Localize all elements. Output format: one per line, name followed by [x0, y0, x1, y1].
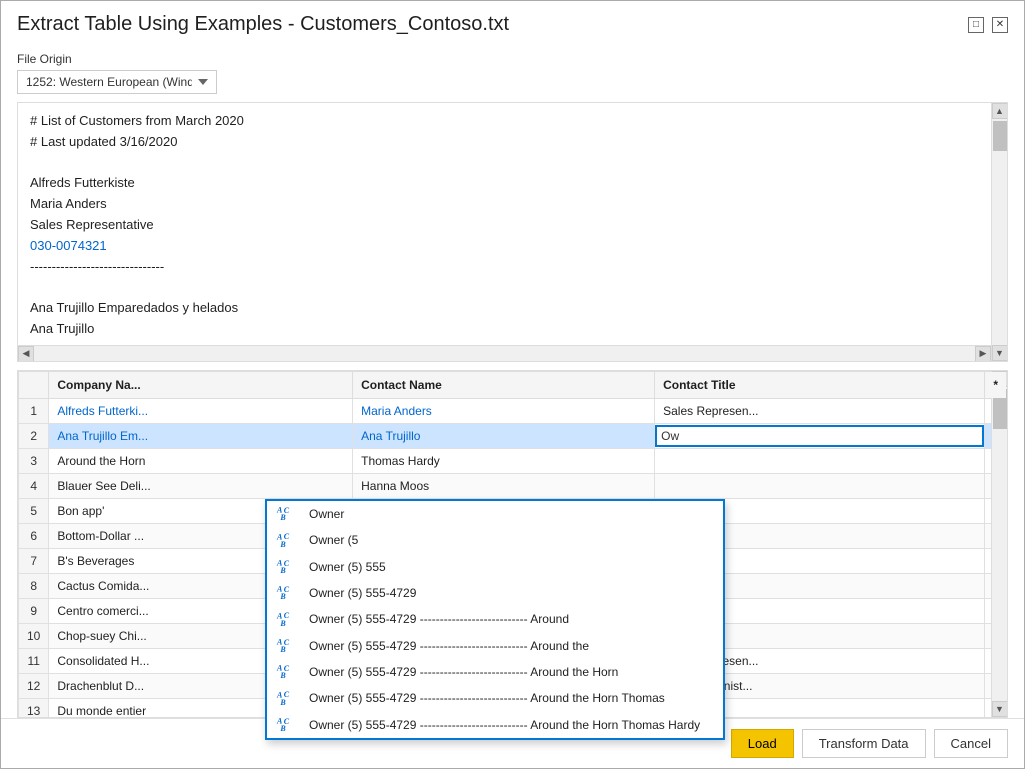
cell-contact-title[interactable]	[655, 474, 985, 499]
close-button[interactable]: ✕	[992, 17, 1008, 33]
row-number: 10	[19, 624, 49, 649]
cell-contact-name[interactable]: Thomas Hardy	[353, 449, 655, 474]
table-row[interactable]: 4Blauer See Deli...Hanna Moos	[19, 474, 1007, 499]
title-bar: Extract Table Using Examples - Customers…	[1, 1, 1024, 44]
preview-line: Alfreds Futterkiste	[30, 173, 979, 194]
table-row[interactable]: 2Ana Trujillo Em...Ana Trujillo	[19, 424, 1007, 449]
autocomplete-item[interactable]: ABC Owner (5) 555-4729 ------------------…	[267, 712, 723, 738]
cell-contact-title[interactable]	[655, 424, 985, 449]
autocomplete-abc-icon: ABC	[277, 611, 301, 627]
file-origin-select[interactable]: 1252: Western European (Windows)	[17, 70, 217, 94]
row-number: 12	[19, 674, 49, 699]
dialog: Extract Table Using Examples - Customers…	[0, 0, 1025, 769]
cell-company[interactable]: Around the Horn	[49, 449, 353, 474]
preview-line: 030-0074321	[30, 236, 979, 257]
row-number: 9	[19, 599, 49, 624]
cell-company[interactable]: Alfreds Futterki...	[49, 399, 353, 424]
preview-line	[30, 277, 979, 298]
autocomplete-item-text: Owner	[309, 507, 344, 521]
autocomplete-item[interactable]: ABC Owner	[267, 501, 723, 527]
cancel-button[interactable]: Cancel	[934, 729, 1008, 758]
scroll-thumb-v[interactable]	[993, 121, 1007, 151]
transform-data-button[interactable]: Transform Data	[802, 729, 926, 758]
autocomplete-item-text: Owner (5) 555-4729	[309, 586, 416, 600]
scroll-left-arrow[interactable]: ◀	[18, 346, 34, 362]
row-number: 11	[19, 649, 49, 674]
table-row[interactable]: 1Alfreds Futterki...Maria AndersSales Re…	[19, 399, 1007, 424]
preview-line: # List of Customers from March 2020	[30, 111, 979, 132]
preview-line: Ana Trujillo	[30, 319, 979, 340]
preview-line	[30, 153, 979, 174]
row-number: 2	[19, 424, 49, 449]
autocomplete-item-text: Owner (5) 555-4729 ---------------------…	[309, 691, 665, 705]
load-button[interactable]: Load	[731, 729, 794, 758]
row-number: 1	[19, 399, 49, 424]
row-number: 6	[19, 524, 49, 549]
table-row[interactable]: 3Around the HornThomas Hardy	[19, 449, 1007, 474]
preview-scrollbar-h: ◀ ▶	[18, 345, 991, 361]
table-scrollbar-v: ▲ ▼	[991, 371, 1007, 717]
preview-line: -------------------------------	[30, 257, 979, 278]
autocomplete-item-text: Owner (5) 555-4729 ---------------------…	[309, 612, 569, 626]
preview-line: # Last updated 3/16/2020	[30, 132, 979, 153]
autocomplete-item[interactable]: ABC Owner (5	[267, 527, 723, 553]
autocomplete-dropdown: ABC Owner ABC Owner (5 ABC Owner (5) 555 ABC Ow…	[265, 499, 725, 740]
cell-edit-input[interactable]	[655, 425, 984, 447]
autocomplete-item-text: Owner (5) 555-4729 ---------------------…	[309, 639, 589, 653]
autocomplete-abc-icon: ABC	[277, 585, 301, 601]
autocomplete-item-text: Owner (5) 555-4729 ---------------------…	[309, 665, 618, 679]
autocomplete-item-text: Owner (5) 555-4729 ---------------------…	[309, 718, 700, 732]
cell-company[interactable]: Blauer See Deli...	[49, 474, 353, 499]
autocomplete-item[interactable]: ABC Owner (5) 555-4729 ------------------…	[267, 633, 723, 659]
autocomplete-item[interactable]: ABC Owner (5) 555	[267, 554, 723, 580]
minimize-button[interactable]: □	[968, 17, 984, 33]
row-number: 4	[19, 474, 49, 499]
cell-company[interactable]: Ana Trujillo Em...	[49, 424, 353, 449]
scroll-right-arrow[interactable]: ▶	[975, 346, 991, 362]
cell-contact-name[interactable]: Hanna Moos	[353, 474, 655, 499]
cell-contact-name[interactable]: Maria Anders	[353, 399, 655, 424]
col-header-contact-name: Contact Name	[353, 372, 655, 399]
autocomplete-abc-icon: ABC	[277, 690, 301, 706]
col-header-contact-title: Contact Title	[655, 372, 985, 399]
row-number: 8	[19, 574, 49, 599]
scroll-up-arrow[interactable]: ▲	[992, 103, 1008, 119]
cell-contact-title[interactable]	[655, 449, 985, 474]
autocomplete-item[interactable]: ABC Owner (5) 555-4729	[267, 580, 723, 606]
col-header-star: *	[985, 372, 1007, 399]
row-number: 13	[19, 699, 49, 718]
preview-scrollbar-v: ▲ ▼	[991, 103, 1007, 361]
autocomplete-abc-icon: ABC	[277, 532, 301, 548]
autocomplete-item[interactable]: ABC Owner (5) 555-4729 ------------------…	[267, 685, 723, 711]
file-origin-label: File Origin	[17, 52, 1008, 66]
scroll-down-arrow[interactable]: ▼	[992, 345, 1008, 361]
row-number: 7	[19, 549, 49, 574]
autocomplete-item-text: Owner (5	[309, 533, 358, 547]
autocomplete-abc-icon: ABC	[277, 664, 301, 680]
col-header-rownum	[19, 372, 49, 399]
dialog-title: Extract Table Using Examples - Customers…	[17, 13, 509, 36]
autocomplete-item[interactable]: ABC Owner (5) 555-4729 ------------------…	[267, 606, 723, 632]
cell-contact-title[interactable]: Sales Represen...	[655, 399, 985, 424]
preview-line: Sales Representative	[30, 215, 979, 236]
table-scroll-down[interactable]: ▼	[992, 701, 1008, 717]
preview-line: Maria Anders	[30, 194, 979, 215]
preview-content[interactable]: # List of Customers from March 2020 # La…	[18, 103, 991, 361]
file-origin-section: File Origin 1252: Western European (Wind…	[1, 44, 1024, 102]
autocomplete-abc-icon: ABC	[277, 506, 301, 522]
autocomplete-abc-icon: ABC	[277, 638, 301, 654]
autocomplete-abc-icon: ABC	[277, 717, 301, 733]
autocomplete-item-text: Owner (5) 555	[309, 560, 386, 574]
preview-line: Ana Trujillo Emparedados y helados	[30, 298, 979, 319]
cell-contact-name[interactable]: Ana Trujillo	[353, 424, 655, 449]
preview-section: # List of Customers from March 2020 # La…	[17, 102, 1008, 362]
autocomplete-abc-icon: ABC	[277, 559, 301, 575]
title-bar-controls: □ ✕	[968, 17, 1008, 33]
col-header-company: Company Na...	[49, 372, 353, 399]
row-number: 5	[19, 499, 49, 524]
autocomplete-item[interactable]: ABC Owner (5) 555-4729 ------------------…	[267, 659, 723, 685]
row-number: 3	[19, 449, 49, 474]
